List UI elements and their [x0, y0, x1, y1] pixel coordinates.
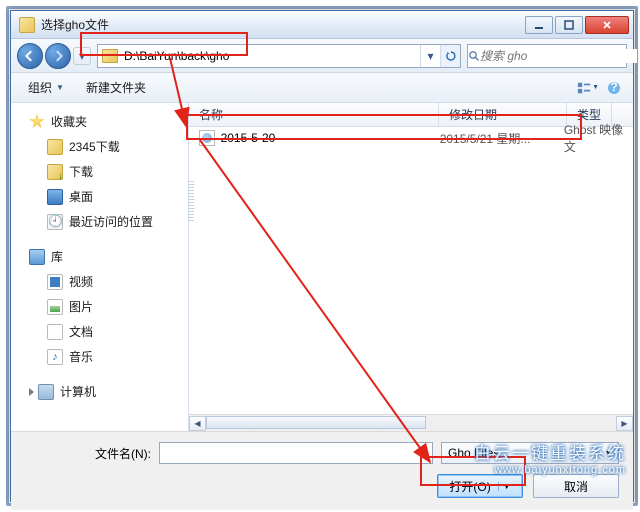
recent-icon: [47, 214, 63, 230]
minimize-button[interactable]: [525, 16, 553, 34]
sidebar-item-picture[interactable]: 图片: [11, 294, 188, 319]
organize-label: 组织: [28, 79, 52, 96]
splitter-grip[interactable]: [188, 181, 194, 221]
folder-icon: [102, 49, 118, 63]
sidebar-item-download[interactable]: 下载: [11, 159, 188, 184]
chevron-right-icon: [29, 388, 34, 396]
view-button[interactable]: ▼: [577, 77, 599, 99]
sidebar-item-desktop[interactable]: 桌面: [11, 184, 188, 209]
open-button[interactable]: 打开(O)▼: [437, 474, 523, 498]
col-date[interactable]: 修改日期: [439, 103, 567, 126]
toolbar: 组织▼ 新建文件夹 ▼ ?: [11, 73, 633, 103]
organize-button[interactable]: 组织▼: [19, 75, 73, 100]
document-icon: [47, 324, 63, 340]
video-icon: [47, 274, 63, 290]
sidebar-item-2345[interactable]: 2345下载: [11, 134, 188, 159]
svg-text:?: ?: [610, 81, 617, 94]
sidebar: 收藏夹 2345下载 下载 桌面 最近访问的位置 库 视频 图片 文档 ♪音乐 …: [11, 103, 189, 431]
gho-file-icon: [199, 130, 215, 146]
search-input[interactable]: [480, 49, 637, 63]
close-button[interactable]: [585, 16, 629, 34]
sidebar-item-recent[interactable]: 最近访问的位置: [11, 209, 188, 234]
dialog-icon: [19, 17, 35, 33]
scroll-left-button[interactable]: ◀: [189, 416, 206, 431]
watermark-line2: www.baiyunxitong.com: [474, 464, 626, 476]
help-button[interactable]: ?: [603, 77, 625, 99]
scroll-track[interactable]: [206, 416, 616, 431]
star-icon: [29, 114, 45, 130]
forward-button[interactable]: [45, 43, 71, 69]
col-name[interactable]: 名称: [189, 103, 439, 126]
cancel-button[interactable]: 取消: [533, 474, 619, 498]
file-name: 2015-5-20: [221, 131, 440, 145]
file-list[interactable]: 2015-5-20 2015/5/21 星期... Ghost 映像文: [189, 127, 633, 414]
download-icon: [47, 164, 63, 180]
file-pane: 名称 修改日期 类型 2015-5-20 2015/5/21 星期... Gho…: [189, 103, 633, 431]
watermark-line1: 白云一键重装系统: [474, 439, 626, 464]
dialog-title: 选择gho文件: [41, 16, 525, 33]
chevron-down-icon: ▼: [498, 482, 511, 491]
history-dropdown-button[interactable]: ▾: [73, 47, 91, 65]
search-box[interactable]: [467, 44, 627, 68]
nav-bar: ▾ ▾: [11, 39, 633, 73]
newfolder-label: 新建文件夹: [86, 79, 146, 96]
computer-icon: [38, 384, 54, 400]
sidebar-item-video[interactable]: 视频: [11, 269, 188, 294]
scroll-right-button[interactable]: ▶: [616, 416, 633, 431]
file-type: Ghost 映像文: [564, 121, 633, 155]
search-icon: [468, 50, 480, 62]
folder-icon: [47, 139, 63, 155]
computer-header[interactable]: 计算机: [11, 379, 188, 404]
titlebar: 选择gho文件: [11, 11, 633, 39]
address-input[interactable]: [122, 46, 420, 66]
newfolder-button[interactable]: 新建文件夹: [77, 75, 155, 100]
filename-label: 文件名(N):: [25, 445, 151, 462]
picture-icon: [47, 299, 63, 315]
desktop-icon: [47, 189, 63, 205]
scroll-thumb[interactable]: [206, 416, 426, 429]
file-open-dialog: 选择gho文件 ▾ ▾ 组织▼ 新建文件夹 ▼ ?: [10, 10, 634, 502]
favorites-header[interactable]: 收藏夹: [11, 109, 188, 134]
back-button[interactable]: [17, 43, 43, 69]
music-icon: ♪: [47, 349, 63, 365]
sidebar-item-document[interactable]: 文档: [11, 319, 188, 344]
filename-input[interactable]: [159, 442, 433, 464]
sidebar-item-music[interactable]: ♪音乐: [11, 344, 188, 369]
library-icon: [29, 249, 45, 265]
maximize-button[interactable]: [555, 16, 583, 34]
file-row[interactable]: 2015-5-20 2015/5/21 星期... Ghost 映像文: [189, 127, 633, 149]
refresh-button[interactable]: [440, 45, 460, 67]
file-date: 2015/5/21 星期...: [440, 130, 564, 147]
horizontal-scrollbar[interactable]: ◀ ▶: [189, 414, 633, 431]
address-dropdown-button[interactable]: ▾: [420, 45, 440, 67]
libraries-header[interactable]: 库: [11, 244, 188, 269]
address-bar[interactable]: ▾: [97, 44, 461, 68]
watermark: 白云一键重装系统 www.baiyunxitong.com: [474, 439, 626, 476]
